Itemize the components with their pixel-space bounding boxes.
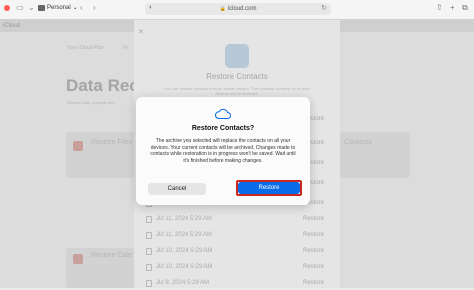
cloud-icon bbox=[214, 108, 231, 120]
chevron-down-icon[interactable]: ⌄ bbox=[28, 3, 35, 12]
profile-switcher[interactable]: Personal ⌄ bbox=[38, 4, 78, 11]
backup-date: Jul 11, 2024 5:29 AM bbox=[156, 232, 212, 238]
sheet-title: Restore Contacts bbox=[206, 72, 268, 81]
row-restore-link[interactable]: Restore bbox=[303, 280, 324, 286]
backup-date: Jul 11, 2024 5:29 AM bbox=[156, 216, 212, 222]
backup-row: Jul 10, 2024 5:29 AM Restore bbox=[146, 244, 328, 258]
document-icon bbox=[146, 215, 152, 223]
profile-label: Personal bbox=[47, 4, 71, 11]
nav-link-plan: Your iCloud Plan bbox=[67, 45, 105, 51]
backup-row: Jul 10, 2024 5:29 AM Restore bbox=[146, 260, 328, 274]
backup-date: Jul 10, 2024 5:29 AM bbox=[156, 248, 213, 254]
tab-overview-icon[interactable]: ⧉ bbox=[462, 3, 468, 13]
shield-icon: ◐ bbox=[149, 4, 154, 11]
page-description: Restore data, upgrade and bbox=[67, 100, 115, 105]
address-text: icloud.com bbox=[227, 6, 257, 12]
document-icon bbox=[146, 247, 152, 255]
row-restore-link[interactable]: Restore bbox=[303, 232, 324, 238]
dialog-title: Restore Contacts? bbox=[191, 125, 255, 132]
restore-files-title: Restore Files bbox=[91, 139, 133, 146]
address-bar[interactable]: ◐ 🔒 icloud.com ↻ bbox=[145, 3, 331, 15]
cancel-button[interactable]: Cancel bbox=[148, 183, 206, 195]
restore-calendars-title: Restore Cale bbox=[91, 252, 132, 259]
sheet-description: You can restore contacts from an earlier… bbox=[164, 86, 310, 96]
back-icon[interactable]: ‹ bbox=[80, 3, 83, 12]
files-icon bbox=[73, 141, 83, 151]
document-icon bbox=[146, 279, 152, 287]
close-window-icon[interactable] bbox=[4, 5, 10, 11]
row-restore-link[interactable]: Restore bbox=[303, 264, 324, 270]
profile-icon bbox=[38, 4, 45, 11]
backup-row: Jul 11, 2024 5:29 AM Restore bbox=[146, 212, 328, 226]
contacts-icon bbox=[225, 44, 249, 68]
icloud-logo: iCloud bbox=[3, 23, 21, 29]
backup-date: Jul 9, 2024 5:29 AM bbox=[156, 280, 210, 286]
backup-row: Jul 11, 2024 5:29 AM Restore bbox=[146, 228, 328, 242]
row-restore-link[interactable]: Restore bbox=[303, 216, 324, 222]
document-icon bbox=[146, 263, 152, 271]
sidebar-icon[interactable]: ▭ bbox=[16, 3, 24, 12]
close-icon[interactable]: ✕ bbox=[138, 28, 144, 36]
restore-contacts-title: Contacts bbox=[344, 139, 372, 146]
browser-toolbar: ▭ ⌄ Personal ⌄ ‹ › ◐ 🔒 icloud.com ↻ ⇧ + … bbox=[0, 0, 474, 20]
lock-icon: 🔒 bbox=[219, 6, 226, 12]
forward-icon[interactable]: › bbox=[93, 3, 96, 12]
chevron-down-icon: ⌄ bbox=[72, 5, 78, 11]
backup-date: Jul 10, 2024 5:29 AM bbox=[156, 264, 213, 270]
new-tab-icon[interactable]: + bbox=[450, 3, 455, 12]
calendar-icon bbox=[73, 254, 83, 264]
nav-link-features: Fe bbox=[123, 45, 129, 51]
share-icon[interactable]: ⇧ bbox=[436, 3, 443, 12]
row-restore-link[interactable]: Restore bbox=[303, 248, 324, 254]
restore-button[interactable]: Restore bbox=[238, 182, 300, 194]
document-icon bbox=[146, 231, 152, 239]
dialog-message: The archive you selected will replace th… bbox=[150, 138, 296, 164]
reload-icon[interactable]: ↻ bbox=[321, 4, 327, 12]
